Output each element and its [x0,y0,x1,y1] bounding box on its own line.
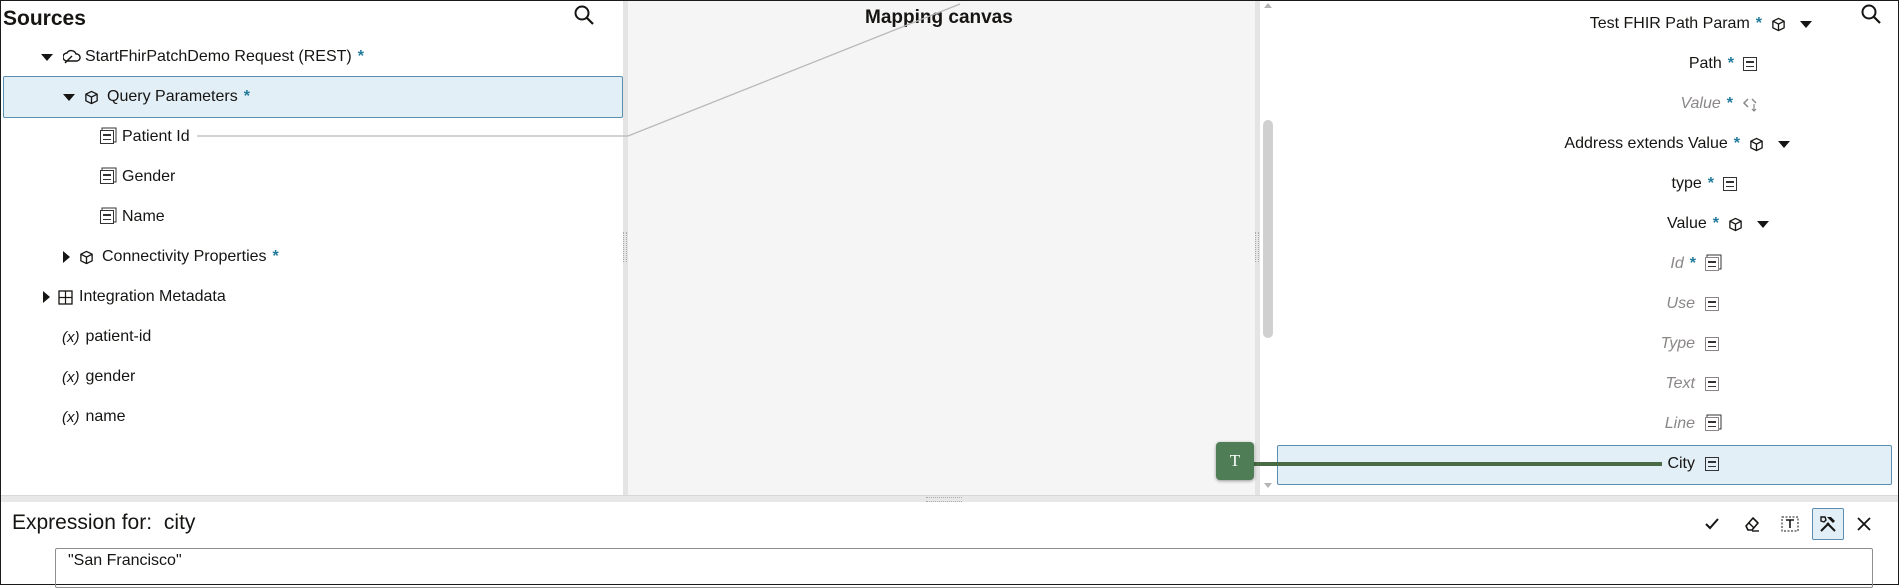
string-field-icon [1705,377,1719,391]
close-icon[interactable] [1848,508,1880,540]
target-label: Path [1688,55,1722,72]
eraser-icon[interactable] [1736,508,1768,540]
string-field-icon [1705,337,1719,351]
target-row-path[interactable]: Path * [1689,44,1757,84]
string-field-icon [1705,257,1719,271]
string-field-icon [1705,297,1719,311]
target-row-use[interactable]: Use [1667,284,1719,324]
expression-target-name: city [163,511,196,534]
transform-function-node[interactable]: T [1216,442,1254,480]
required-marker: * [1727,55,1734,72]
target-label: Type [1660,335,1695,352]
apply-check-icon[interactable] [1696,508,1728,540]
required-marker: * [1733,135,1740,152]
required-marker: * [1726,95,1733,112]
text-format-icon[interactable] [1774,508,1806,540]
target-row-city[interactable]: City [1667,444,1719,484]
string-field-icon [1723,177,1737,191]
collapse-caret-icon[interactable] [1757,220,1769,228]
target-row-type-field[interactable]: Type [1661,324,1719,364]
cube-icon [1771,17,1786,32]
developer-tools-icon[interactable] [1812,508,1844,540]
string-field-icon [1705,457,1719,471]
target-label: Id [1670,255,1684,272]
target-row-line[interactable]: Line [1665,404,1719,444]
required-marker: * [1689,255,1696,272]
target-label: Use [1666,295,1695,312]
required-marker: * [1707,175,1714,192]
target-row-text[interactable]: Text [1665,364,1719,404]
target-label: Line [1664,415,1695,432]
target-row-address-extends-value[interactable]: Address extends Value * [1564,124,1790,164]
expression-heading: Expression for: city [12,511,195,535]
target-row-type[interactable]: type * [1672,164,1737,204]
required-marker: * [1712,215,1719,232]
choice-element-icon [1742,96,1760,112]
target-row-value-nested[interactable]: Value * [1667,204,1769,244]
target-label: Value [1667,215,1707,232]
expression-label: Expression for: [12,511,153,534]
target-label: City [1667,455,1695,472]
target-label: type [1671,175,1702,192]
expression-editor[interactable]: "San Francisco" [55,548,1873,588]
expression-splitter[interactable] [1,495,1898,502]
string-field-icon [1705,417,1719,431]
target-label: Test FHIR Path Param [1589,15,1750,32]
collapse-caret-icon[interactable] [1778,140,1790,148]
target-row-id[interactable]: Id * [1670,244,1719,284]
target-label: Text [1665,375,1695,392]
target-label: Value [1680,95,1721,112]
required-marker: * [1755,15,1762,32]
target-label: Address extends Value [1564,135,1728,152]
target-row-test-fhir-path-param[interactable]: Test FHIR Path Param * [1590,4,1812,44]
collapse-caret-icon[interactable] [1800,20,1812,28]
cube-icon [1728,217,1743,232]
target-row-value[interactable]: Value * [1680,84,1760,124]
cube-icon [1749,137,1764,152]
string-field-icon [1743,57,1757,71]
